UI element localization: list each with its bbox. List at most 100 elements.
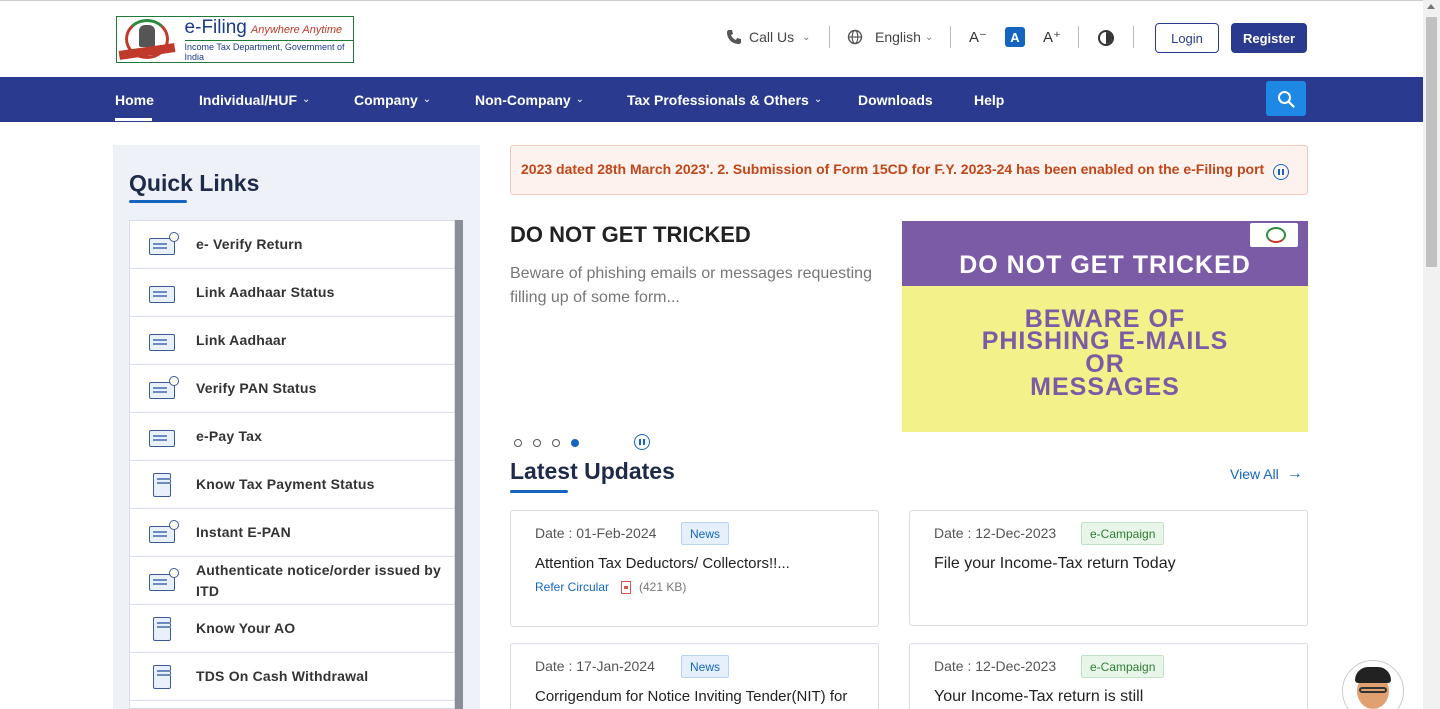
carousel-dots [514,439,579,447]
chevron-down-icon: ⌄ [924,31,934,43]
header-divider [1078,26,1079,48]
call-us-dropdown[interactable]: Call Us ⌄ [726,22,811,52]
arrow-right-icon: → [1286,465,1303,482]
refer-circular-link[interactable]: Refer Circular [535,580,609,594]
ticker-text[interactable]: 2023 dated 28th March 2023'. 2. Submissi… [521,161,1271,177]
font-decrease-button[interactable]: A⁻ [968,27,988,47]
page-scrollbar[interactable] [1423,0,1440,709]
register-button[interactable]: Register [1231,23,1307,53]
wallet-icon [149,424,177,450]
update-card[interactable]: Date : 12-Dec-2023 e-Campaign Your Incom… [909,643,1308,709]
quick-link-label: Link Aadhaar [196,332,287,348]
quick-link-know-your-ao[interactable]: Know Your AO [130,605,454,653]
nav-non-company[interactable]: Non-Company ⌄ [475,77,584,122]
quick-link-instant-e-pan[interactable]: Instant E-PAN [130,509,454,557]
header-divider [829,26,830,48]
update-headline[interactable]: Attention Tax Deductors/ Collectors!!... [535,555,790,572]
quick-link-label: Instant E-PAN [196,524,291,540]
nav-label: Individual/HUF [199,91,297,108]
update-card[interactable]: Date : 12-Dec-2023 e-Campaign File your … [909,510,1308,626]
pan-card-icon [149,519,179,546]
quick-link-tds-cash-withdrawal[interactable]: TDS On Cash Withdrawal [130,653,454,701]
update-headline[interactable]: Your Income-Tax return is still [934,688,1143,706]
carousel-dot[interactable] [533,439,541,447]
update-headline[interactable]: Corrigendum for Notice Inviting Tender(N… [535,688,847,705]
nav-label: Tax Professionals & Others [627,91,809,108]
call-us-label: Call Us [749,29,795,45]
search-icon [1278,90,1295,108]
carousel-dot-active[interactable] [571,439,579,447]
chevron-down-icon: ⌄ [813,94,823,105]
update-date: Date : 17-Jan-2024 [535,658,655,674]
quick-links-title: Quick Links [129,170,260,196]
nav-home[interactable]: Home [115,77,154,122]
latest-updates-title: Latest Updates [510,458,675,484]
update-date: Date : 12-Dec-2023 [934,525,1057,541]
carousel-pause-icon[interactable] [634,434,650,450]
verify-document-icon [149,567,179,594]
verify-return-icon [149,231,179,258]
quick-link-link-aadhaar-status[interactable]: Link Aadhaar Status [130,269,454,317]
quick-link-verify-pan-status[interactable]: Verify PAN Status [130,365,454,413]
efiling-logo[interactable]: e-Filing Anywhere Anytime Income Tax Dep… [116,16,354,63]
logo-title: e-Filing [184,17,247,38]
chevron-down-icon: ⌄ [575,94,585,105]
latest-updates-underline [510,490,568,493]
search-button[interactable] [1266,81,1306,116]
view-all-link[interactable]: View All → [1230,465,1303,483]
nav-label: Company [354,91,418,108]
quick-link-know-tax-payment-status[interactable]: Know Tax Payment Status [130,461,454,509]
banner-description: Beware of phishing emails or messages re… [510,265,872,306]
atm-icon [149,664,177,690]
update-badge: News [681,655,730,678]
carousel-dot[interactable] [514,439,522,447]
nav-label: Non-Company [475,91,571,108]
quick-link-label: Know Tax Payment Status [196,476,375,492]
quick-links-list: e- Verify Return Link Aadhaar Status Lin… [129,220,455,709]
chatbot-avatar[interactable] [1342,660,1404,709]
nav-help[interactable]: Help [974,77,1004,122]
quick-link-authenticate-notice[interactable]: Authenticate notice/order issued by ITD [130,557,454,605]
quick-links-scrollbar[interactable] [455,220,463,709]
update-card[interactable]: Date : 01-Feb-2024 News Attention Tax De… [510,510,879,627]
contrast-toggle-icon[interactable] [1098,30,1114,46]
nav-tax-professionals[interactable]: Tax Professionals & Others ⌄ [627,77,822,122]
scrollbar-thumb[interactable] [1426,17,1437,267]
quick-link-e-verify-return[interactable]: e- Verify Return [130,221,454,269]
update-date: Date : 12-Dec-2023 [934,658,1057,674]
view-all-label: View All [1230,466,1279,482]
news-ticker: 2023 dated 28th March 2023'. 2. Submissi… [510,145,1308,195]
banner-image-line: MESSAGES [1030,373,1180,401]
emblem-icon [1250,223,1298,247]
quick-link-link-aadhaar[interactable]: Link Aadhaar [130,317,454,365]
phishing-banner-image[interactable]: DO NOT GET TRICKED BEWARE OF PHISHING E-… [902,221,1308,432]
chevron-down-icon: ⌄ [302,94,311,105]
font-normal-button[interactable]: A [1005,27,1025,47]
nav-downloads[interactable]: Downloads [858,77,933,122]
update-date: Date : 01-Feb-2024 [535,525,657,541]
scroll-up-arrow-icon[interactable] [1427,4,1435,9]
update-badge: News [681,522,730,545]
header-divider [950,26,951,48]
receipt-search-icon [149,472,177,498]
update-card[interactable]: Date : 17-Jan-2024 News Corrigendum for … [510,643,879,709]
pdf-icon[interactable] [621,580,632,594]
phone-icon [727,30,741,44]
update-headline[interactable]: File your Income-Tax return Today [934,555,1176,573]
nav-company[interactable]: Company ⌄ [354,77,431,122]
aadhaar-card-icon [149,280,177,306]
quick-link-label: e-Pay Tax [196,428,263,444]
nav-individual-huf[interactable]: Individual/HUF ⌄ [199,77,310,122]
chevron-down-icon: ⌄ [422,94,432,105]
quick-link-e-pay-tax[interactable]: e-Pay Tax [130,413,454,461]
carousel-dot[interactable] [552,439,560,447]
quick-link-label: Link Aadhaar Status [196,284,335,300]
officer-document-icon [149,616,177,642]
quick-link-label: Verify PAN Status [196,380,317,396]
language-dropdown[interactable]: English ⌄ [847,22,933,52]
logo-tagline: Anywhere Anytime [250,24,343,36]
login-button[interactable]: Login [1155,23,1219,53]
quick-link-label: e- Verify Return [196,236,303,252]
ticker-pause-icon[interactable] [1273,164,1289,180]
font-increase-button[interactable]: A⁺ [1042,27,1062,47]
